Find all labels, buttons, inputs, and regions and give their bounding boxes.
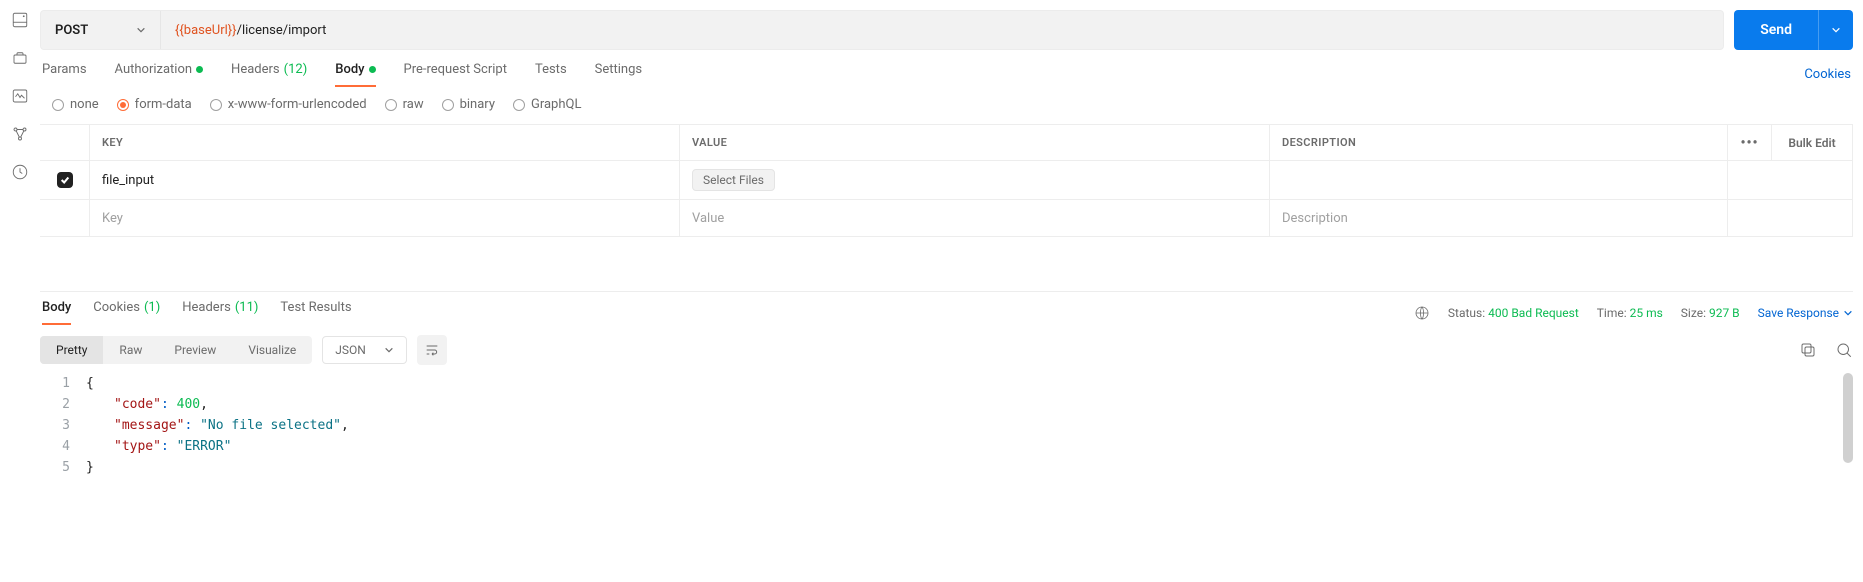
- status-dot-icon: [196, 66, 203, 73]
- resp-tab-headers[interactable]: Headers (11): [182, 300, 258, 325]
- cookies-link[interactable]: Cookies: [1804, 67, 1851, 82]
- tab-params[interactable]: Params: [42, 62, 87, 87]
- row-value-cell[interactable]: Select Files: [680, 161, 1270, 199]
- checkbox-checked-icon: [57, 172, 73, 188]
- view-mode-group: Pretty Raw Preview Visualize: [40, 336, 312, 364]
- view-visualize[interactable]: Visualize: [232, 336, 312, 364]
- size-label: Size: 927 B: [1681, 306, 1740, 320]
- send-button-caret[interactable]: [1818, 10, 1853, 50]
- response-toolbar-right: [1799, 341, 1853, 359]
- send-button[interactable]: Send: [1734, 10, 1853, 50]
- tab-settings[interactable]: Settings: [595, 62, 642, 87]
- table-header-row: KEY VALUE DESCRIPTION ••• Bulk Edit: [40, 125, 1852, 161]
- time-label: Time: 25 ms: [1597, 306, 1663, 320]
- resp-tab-body[interactable]: Body: [42, 300, 71, 325]
- header-actions[interactable]: •••: [1728, 125, 1772, 160]
- radio-icon: [513, 99, 525, 111]
- tab-authorization[interactable]: Authorization: [115, 62, 204, 87]
- globe-icon[interactable]: [1414, 305, 1430, 321]
- search-icon: [1835, 341, 1853, 359]
- send-button-label: Send: [1734, 10, 1818, 50]
- url-input[interactable]: {{baseUrl}}/license/import: [161, 11, 1723, 49]
- body-type-row: none form-data x-www-form-urlencoded raw…: [40, 87, 1853, 124]
- status-dot-icon: [369, 66, 376, 73]
- radio-icon: [52, 99, 64, 111]
- main-panel: POST {{baseUrl}}/license/import Send Par…: [40, 0, 1863, 582]
- radio-icon: [117, 99, 129, 111]
- copy-button[interactable]: [1799, 341, 1817, 359]
- tab-tests[interactable]: Tests: [535, 62, 567, 87]
- body-type-binary[interactable]: binary: [442, 97, 495, 112]
- new-desc-input[interactable]: Description: [1270, 200, 1728, 236]
- chevron-down-icon: [1831, 25, 1841, 35]
- tab-body[interactable]: Body: [335, 62, 375, 87]
- more-icon: •••: [1740, 135, 1758, 151]
- view-preview[interactable]: Preview: [158, 336, 232, 364]
- request-tabs-row: Params Authorization Headers (12) Body P…: [40, 62, 1853, 87]
- body-type-xwww[interactable]: x-www-form-urlencoded: [210, 97, 367, 112]
- table-row-new: Key Value Description: [40, 200, 1852, 236]
- row-desc-cell[interactable]: [1270, 161, 1728, 199]
- row-key-cell[interactable]: file_input: [90, 161, 680, 199]
- left-rail: [0, 0, 40, 582]
- row-checkbox-cell[interactable]: [40, 161, 90, 199]
- response-tabs: Body Cookies (1) Headers (11) Test Resul…: [40, 300, 352, 325]
- http-method-label: POST: [55, 23, 88, 38]
- resp-tab-cookies[interactable]: Cookies (1): [93, 300, 160, 325]
- header-key: KEY: [90, 125, 680, 160]
- select-files-button[interactable]: Select Files: [692, 169, 775, 191]
- radio-icon: [210, 99, 222, 111]
- collections-icon[interactable]: [10, 48, 30, 68]
- resp-tab-test-results[interactable]: Test Results: [280, 300, 351, 325]
- request-tabs: Params Authorization Headers (12) Body P…: [42, 62, 642, 87]
- body-type-none[interactable]: none: [52, 97, 99, 112]
- tab-headers[interactable]: Headers (12): [231, 62, 307, 87]
- search-button[interactable]: [1835, 341, 1853, 359]
- response-view-controls: Pretty Raw Preview Visualize JSON: [40, 325, 1853, 373]
- bulk-edit-button[interactable]: Bulk Edit: [1772, 125, 1852, 160]
- url-variable: {{baseUrl}}: [175, 23, 237, 38]
- new-key-input[interactable]: Key: [90, 200, 680, 236]
- chevron-down-icon: [136, 25, 146, 35]
- chevron-down-icon: [384, 345, 394, 355]
- radio-icon: [442, 99, 454, 111]
- header-desc: DESCRIPTION: [1270, 125, 1728, 160]
- header-value: VALUE: [680, 125, 1270, 160]
- url-row: POST {{baseUrl}}/license/import Send: [40, 10, 1853, 50]
- wrap-icon: [424, 342, 440, 358]
- radio-icon: [385, 99, 397, 111]
- overview-icon[interactable]: [10, 10, 30, 30]
- copy-icon: [1799, 341, 1817, 359]
- table-row: file_input Select Files: [40, 161, 1852, 200]
- new-value-input[interactable]: Value: [680, 200, 1270, 236]
- response-meta: Status: 400 Bad Request Time: 25 ms Size…: [1414, 305, 1853, 321]
- http-method-select[interactable]: POST: [41, 11, 161, 49]
- body-type-form-data[interactable]: form-data: [117, 97, 192, 112]
- chevron-down-icon: [1843, 308, 1853, 318]
- save-response-button[interactable]: Save Response: [1758, 306, 1853, 320]
- view-raw[interactable]: Raw: [103, 336, 158, 364]
- response-body-viewer[interactable]: 1{ 2"code": 400, 3"message": "No file se…: [40, 373, 1853, 478]
- url-path: /license/import: [237, 23, 327, 38]
- wrap-lines-button[interactable]: [417, 335, 447, 365]
- flows-icon[interactable]: [10, 124, 30, 144]
- monitor-icon[interactable]: [10, 86, 30, 106]
- body-type-graphql[interactable]: GraphQL: [513, 97, 581, 112]
- header-check: [40, 125, 90, 160]
- form-data-table: KEY VALUE DESCRIPTION ••• Bulk Edit file…: [40, 124, 1853, 237]
- method-url-bar: POST {{baseUrl}}/license/import: [40, 10, 1724, 50]
- format-select[interactable]: JSON: [322, 336, 407, 364]
- tab-prerequest[interactable]: Pre-request Script: [404, 62, 507, 87]
- scrollbar-thumb[interactable]: [1843, 373, 1853, 463]
- body-type-raw[interactable]: raw: [385, 97, 424, 112]
- response-tabs-row: Body Cookies (1) Headers (11) Test Resul…: [40, 292, 1853, 325]
- history-icon[interactable]: [10, 162, 30, 182]
- response-section: Body Cookies (1) Headers (11) Test Resul…: [40, 291, 1853, 478]
- status-label: Status: 400 Bad Request: [1448, 306, 1579, 320]
- view-pretty[interactable]: Pretty: [40, 336, 103, 364]
